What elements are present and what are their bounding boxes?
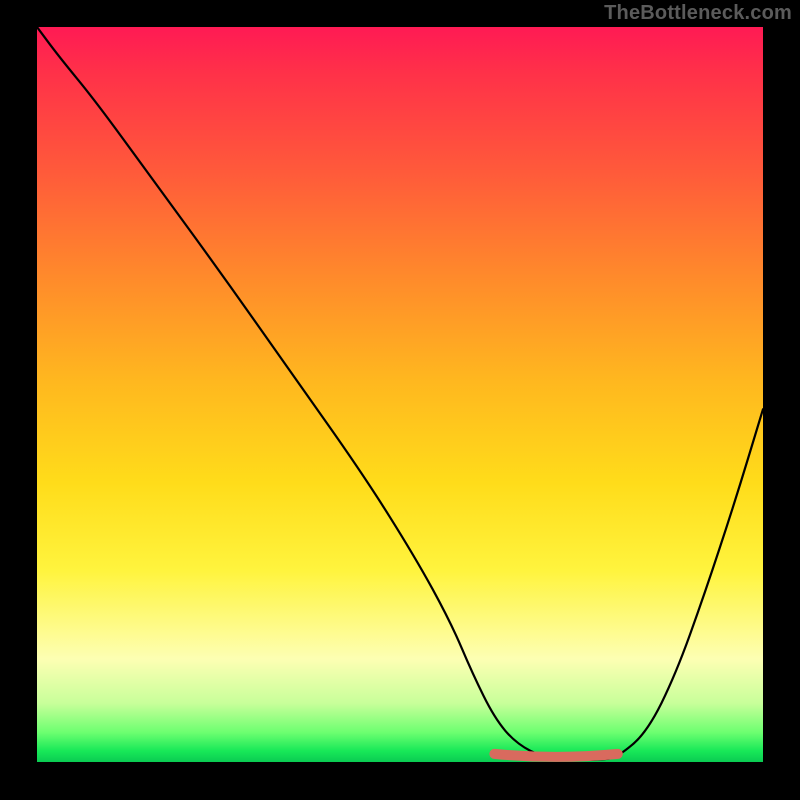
curve-line: [37, 27, 763, 760]
watermark-text: TheBottleneck.com: [604, 2, 792, 25]
plot-area: [37, 27, 763, 762]
bottleneck-curve: [37, 27, 763, 762]
chart-frame: TheBottleneck.com: [0, 0, 800, 800]
trough-highlight: [494, 754, 617, 757]
